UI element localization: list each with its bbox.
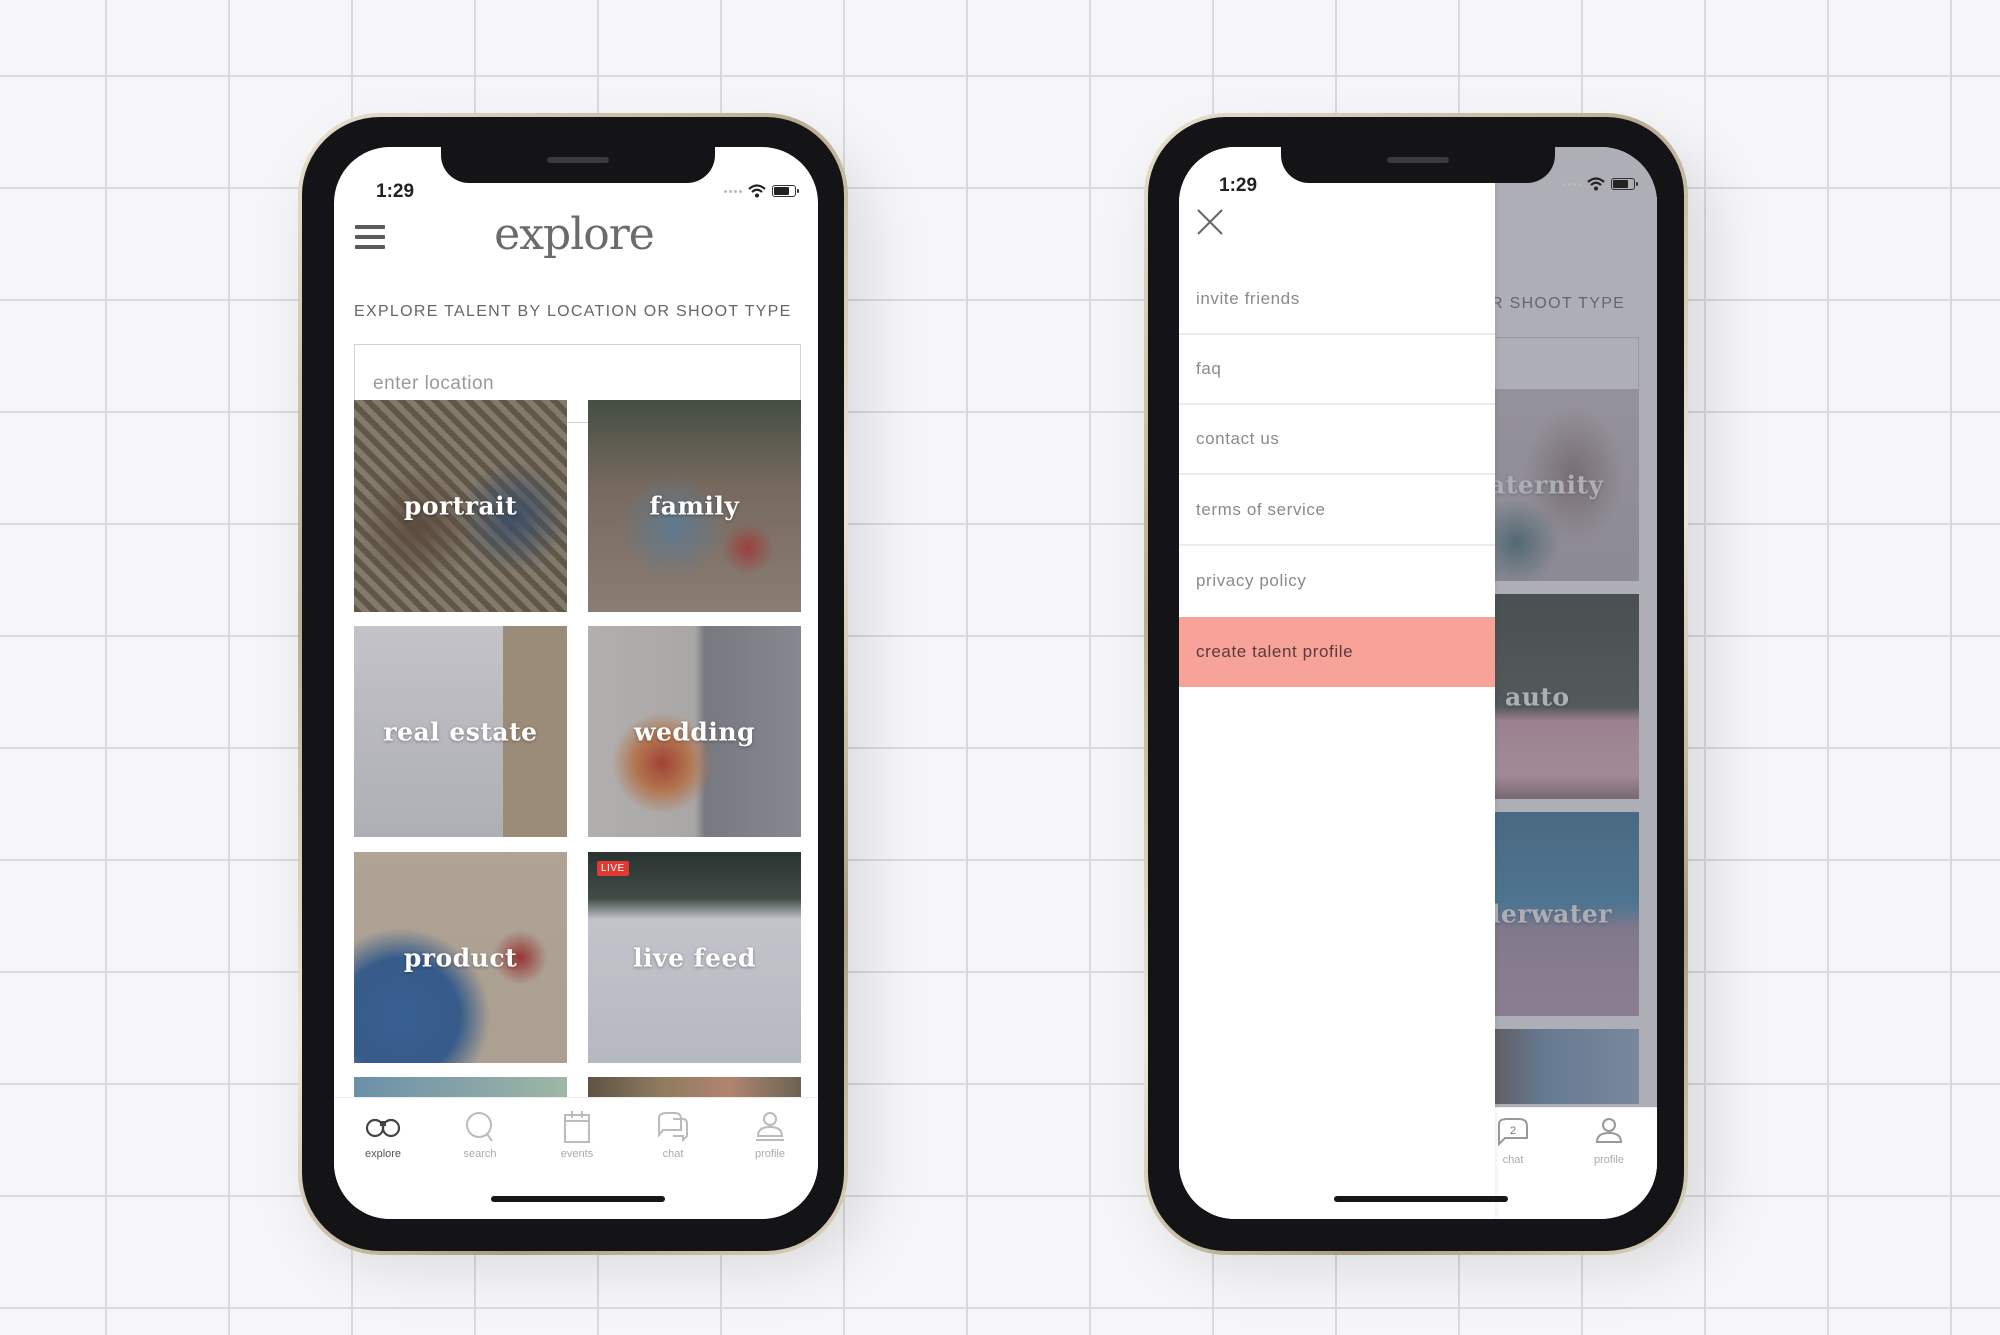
nav-item-events[interactable]: events	[537, 1110, 617, 1160]
search-icon	[466, 1112, 493, 1142]
nav-label: explore	[364, 1148, 402, 1160]
speaker	[1387, 157, 1449, 163]
status-time: 1:29	[376, 181, 415, 202]
hamburger-menu-button[interactable]	[355, 225, 385, 249]
status-icons	[724, 184, 799, 198]
right-phone-screen: R SHOOT TYPE aternity auto lerwater	[1179, 147, 1657, 1219]
tile-label: product	[403, 943, 518, 972]
category-tile-family[interactable]: family	[588, 400, 801, 612]
home-indicator[interactable]	[491, 1196, 665, 1202]
nav-label: chat	[1502, 1154, 1524, 1166]
hamburger-bar	[355, 235, 385, 239]
category-tile-wedding[interactable]: wedding	[588, 626, 801, 837]
home-indicator[interactable]	[1334, 1196, 1508, 1202]
chat-badge-count: 2	[1510, 1125, 1516, 1137]
menu-item-privacy-policy[interactable]: privacy policy	[1179, 546, 1495, 616]
live-badge: LIVE	[597, 861, 629, 876]
category-tile-live-feed[interactable]: LIVE live feed	[588, 852, 801, 1063]
tile-label: family	[649, 491, 740, 521]
category-tile-real-estate[interactable]: real estate	[354, 626, 567, 837]
wifi-icon	[748, 184, 766, 198]
binoculars-icon	[365, 1118, 401, 1138]
battery-icon	[772, 185, 799, 197]
nav-label: search	[463, 1148, 497, 1160]
right-phone: R SHOOT TYPE aternity auto lerwater	[1144, 113, 1688, 1255]
left-phone: 1:29 explore EXPLORE TALENT BY LOCATION …	[298, 113, 848, 1255]
notch	[441, 147, 715, 183]
tile-label: live feed	[633, 943, 756, 972]
close-icon[interactable]	[1195, 207, 1225, 237]
menu-item-invite-friends[interactable]: invite friends	[1179, 265, 1495, 335]
nav-item-search[interactable]: search	[440, 1110, 520, 1160]
tile-label: wedding	[633, 717, 756, 746]
menu-item-terms-of-service[interactable]: terms of service	[1179, 476, 1495, 546]
status-time: 1:29	[1219, 175, 1258, 196]
nav-item-profile[interactable]: profile	[730, 1110, 810, 1160]
profile-icon	[1595, 1118, 1623, 1143]
wifi-icon	[1587, 177, 1605, 191]
left-phone-screen: 1:29 explore EXPLORE TALENT BY LOCATION …	[334, 147, 818, 1219]
battery-icon	[1611, 178, 1638, 190]
hamburger-bar	[355, 225, 385, 229]
right-phone-bezel: R SHOOT TYPE aternity auto lerwater	[1148, 117, 1684, 1251]
page-title: explore	[494, 209, 655, 260]
calendar-icon	[564, 1111, 590, 1143]
chat-icon	[658, 1112, 688, 1143]
speaker	[547, 157, 609, 163]
notch	[1281, 147, 1555, 183]
side-drawer-menu: 1:29 invite friends faq contact us terms…	[1179, 147, 1495, 1219]
nav-item-chat[interactable]: chat	[633, 1110, 713, 1160]
chat-icon: 2	[1498, 1118, 1528, 1147]
category-tile-portrait[interactable]: portrait	[354, 400, 567, 612]
menu-item-faq[interactable]: faq	[1179, 335, 1495, 405]
signal-icon	[1563, 182, 1581, 186]
profile-icon	[756, 1112, 784, 1141]
tile-label: portrait	[403, 491, 518, 521]
menu-item-contact-us[interactable]: contact us	[1179, 405, 1495, 475]
nav-label: chat	[662, 1148, 684, 1160]
signal-icon	[724, 189, 742, 193]
nav-label: events	[560, 1148, 594, 1160]
background-nav-profile: profile	[1569, 1116, 1649, 1166]
nav-label: profile	[1594, 1154, 1624, 1166]
nav-label: profile	[755, 1148, 785, 1160]
left-phone-bezel: 1:29 explore EXPLORE TALENT BY LOCATION …	[302, 117, 844, 1251]
create-talent-profile-button[interactable]: create talent profile	[1179, 617, 1495, 687]
status-icons	[1563, 177, 1638, 191]
section-heading: EXPLORE TALENT BY LOCATION OR SHOOT TYPE	[354, 303, 792, 320]
tile-label: real estate	[383, 717, 538, 746]
hamburger-bar	[355, 245, 385, 249]
category-tile-product[interactable]: product	[354, 852, 567, 1063]
nav-item-explore[interactable]: explore	[343, 1110, 423, 1160]
